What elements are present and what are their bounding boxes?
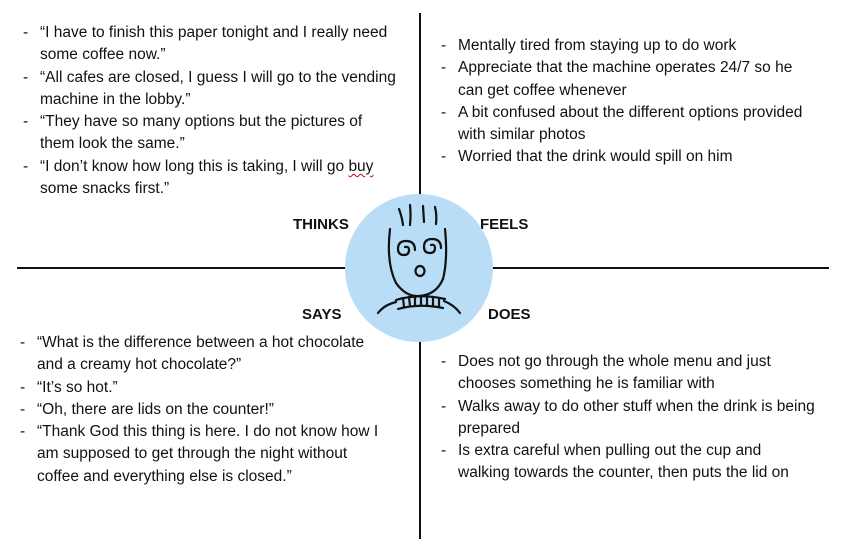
says-label: SAYS [302,306,342,323]
says-list: “What is the difference between a hot ch… [20,332,380,488]
says-item: “It’s so hot.” [20,377,380,400]
does-label: DOES [488,306,531,323]
does-item: Does not go through the whole menu and j… [441,351,816,396]
says-item: “What is the difference between a hot ch… [20,332,380,377]
feels-item: Mentally tired from staying up to do wor… [441,35,816,58]
thinks-label: THINKS [293,216,349,233]
hair-strand [433,205,438,226]
feels-item: Appreciate that the machine operates 24/… [441,57,816,102]
thinks-item: “They have so many options but the pictu… [23,111,398,156]
face-sketch-icon [345,194,493,342]
thinks-item: “I don’t know how long this is taking, I… [23,156,398,201]
does-item: Walks away to do other stuff when the dr… [441,396,816,441]
hair-strand [421,204,426,224]
spellcheck-word: buy [348,157,374,175]
says-item: “Oh, there are lids on the counter!” [20,399,380,422]
does-list: Does not go through the whole menu and j… [441,351,816,485]
center-circle [345,194,493,342]
feels-item: Worried that the drink would spill on hi… [441,146,816,169]
thinks-item: “I have to finish this paper tonight and… [23,22,398,67]
feels-item: A bit confused about the different optio… [441,102,816,147]
hair-strand [408,203,412,227]
feels-list: Mentally tired from staying up to do wor… [441,35,816,169]
thinks-item: “All cafes are closed, I guess I will go… [23,67,398,112]
says-item: “Thank God this thing is here. I do not … [20,421,380,488]
thinks-list: “I have to finish this paper tonight and… [23,22,398,200]
does-item: Is extra careful when pulling out the cu… [441,440,816,485]
